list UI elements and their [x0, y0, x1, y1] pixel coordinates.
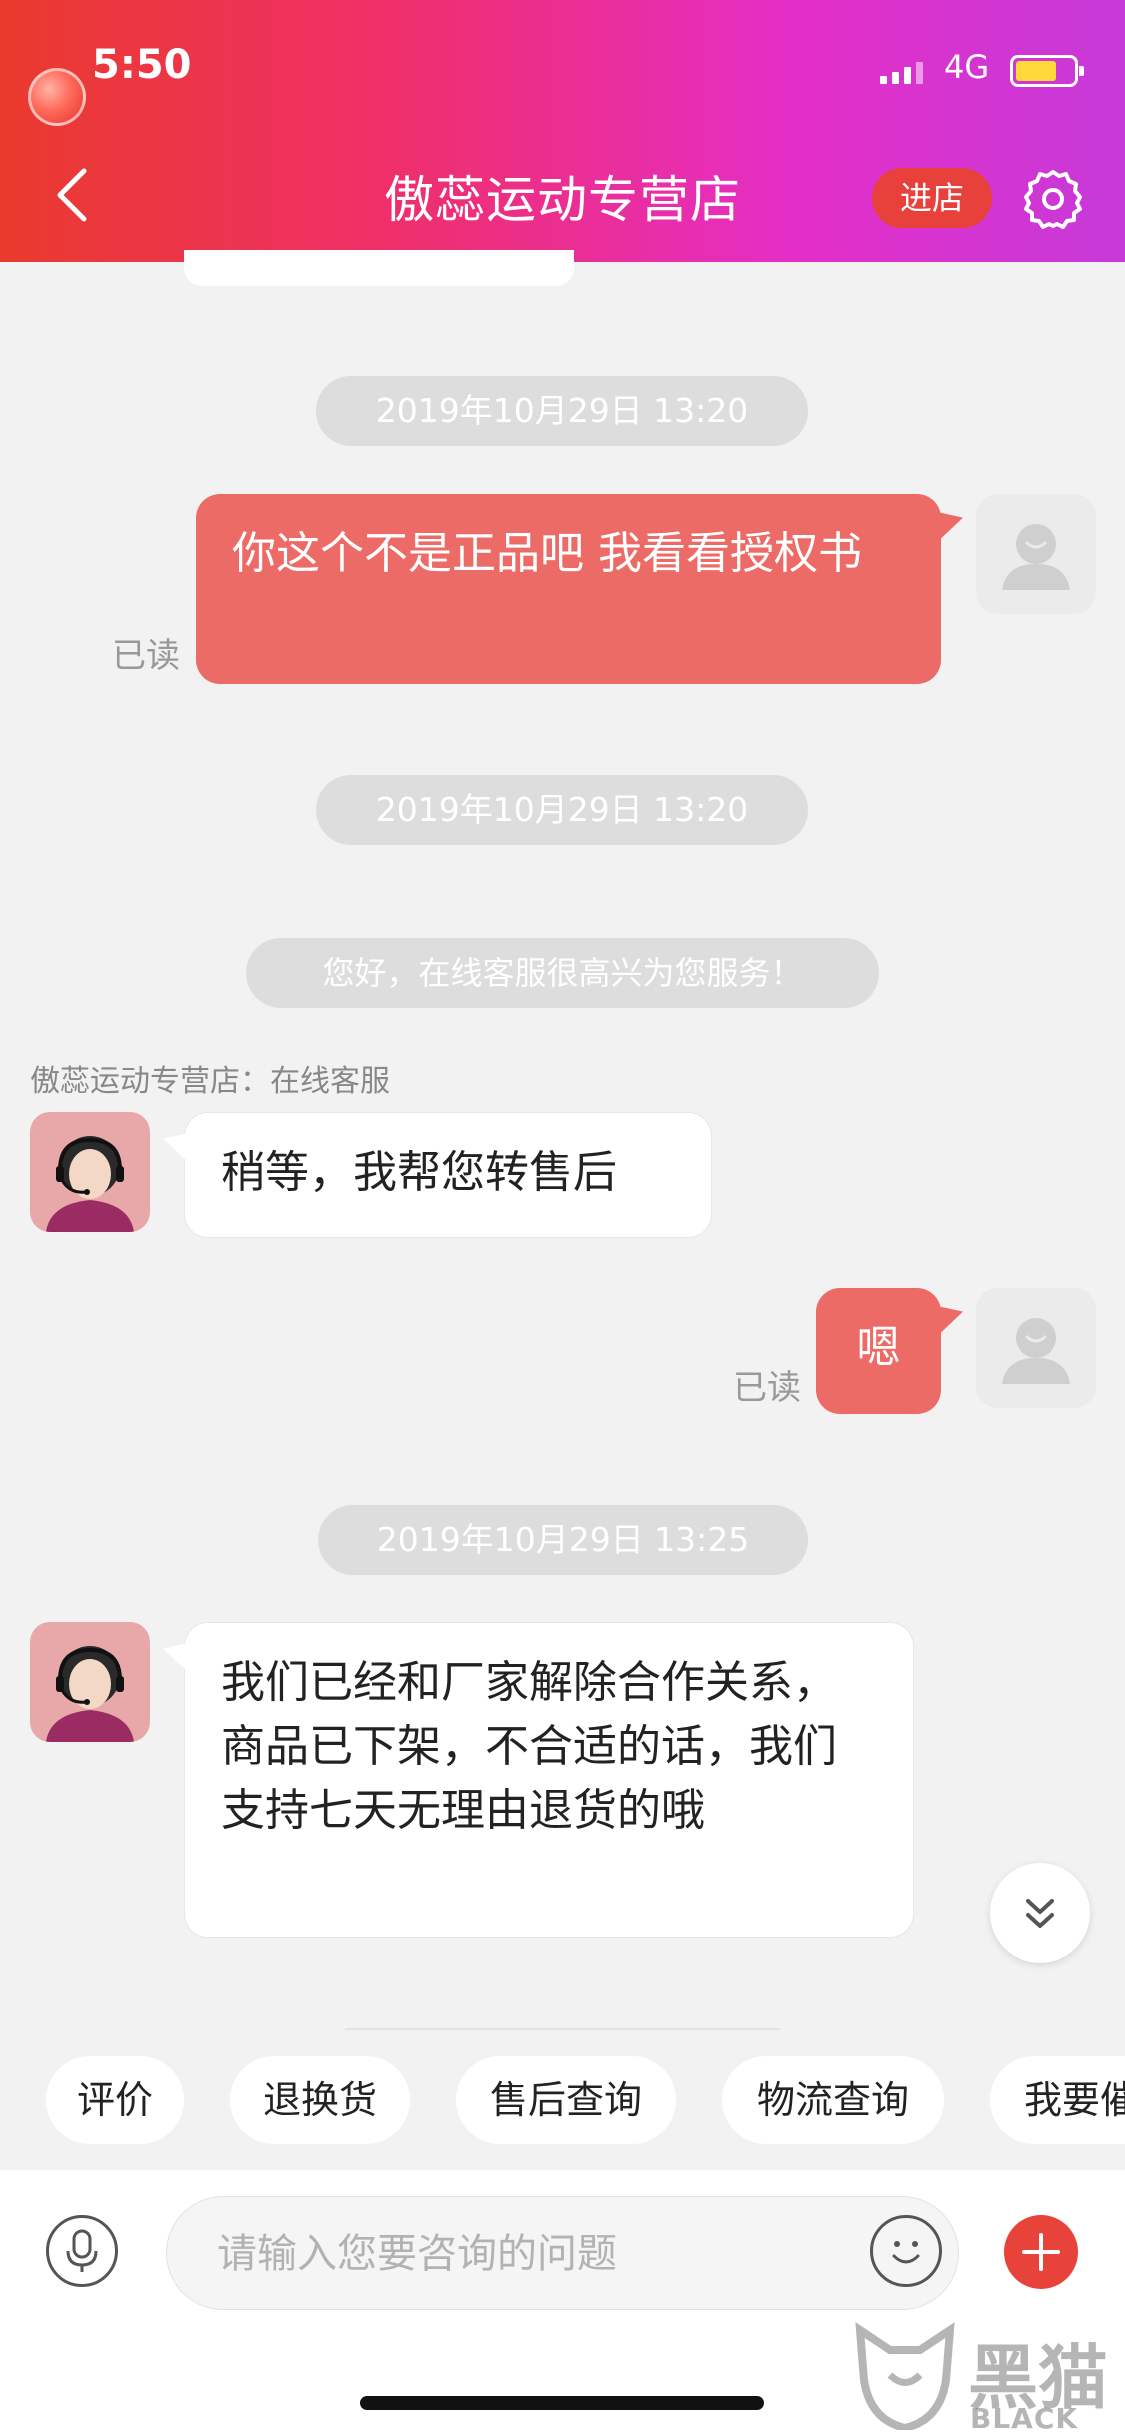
read-status: 已读: [733, 1368, 801, 1408]
chat-header: 5:50 4G 傲蕊运动专营店 进店: [0, 0, 1125, 262]
voice-input-button[interactable]: [46, 2215, 118, 2287]
read-status: 已读: [112, 636, 180, 676]
user-avatar[interactable]: [976, 1288, 1096, 1408]
quick-reply-logistics-query[interactable]: 物流查询: [722, 2056, 944, 2144]
signal-strength-icon: [880, 62, 923, 84]
message-timestamp: 2019年10月29日 13:25: [318, 1505, 808, 1575]
more-actions-button[interactable]: [1004, 2215, 1078, 2289]
agent-avatar[interactable]: [30, 1622, 150, 1742]
divider: [345, 2028, 780, 2030]
user-avatar-icon: [1002, 524, 1070, 590]
double-chevron-down-icon: [1026, 1899, 1054, 1928]
status-time: 5:50: [92, 42, 192, 88]
user-avatar[interactable]: [976, 494, 1096, 614]
network-type: 4G: [944, 48, 990, 86]
gear-icon[interactable]: [1022, 168, 1084, 230]
scroll-to-bottom-button[interactable]: [990, 1863, 1090, 1963]
home-indicator[interactable]: [360, 2396, 764, 2410]
sender-label: 傲蕊运动专营店：在线客服: [30, 1064, 390, 1099]
app-logo-icon: [28, 68, 86, 126]
microphone-icon: [66, 2229, 98, 2272]
smiley-face-icon: [892, 2241, 920, 2264]
message-timestamp: 2019年10月29日 13:20: [316, 775, 808, 845]
quick-reply-after-sales-query[interactable]: 售后查询: [456, 2056, 676, 2144]
enter-store-button[interactable]: 进店: [872, 168, 992, 228]
chat-screen: 5:50 4G 傲蕊运动专营店 进店 2019年10月29日 13:20 你这个…: [0, 0, 1125, 2436]
message-input[interactable]: 请输入您要咨询的问题: [166, 2196, 959, 2310]
customer-service-agent-icon: [46, 1646, 134, 1742]
quick-reply-return-exchange[interactable]: 退换货: [230, 2056, 410, 2144]
watermark-text-en: BLACK CAT: [970, 2402, 1079, 2436]
user-message-bubble[interactable]: 嗯: [816, 1288, 941, 1414]
black-cat-logo-icon: [855, 2322, 955, 2430]
agent-avatar[interactable]: [30, 1112, 150, 1232]
customer-service-agent-icon: [46, 1136, 134, 1232]
message-timestamp: 2019年10月29日 13:20: [316, 376, 808, 446]
user-avatar-icon: [1002, 1318, 1070, 1384]
system-greeting: 您好，在线客服很高兴为您服务！: [246, 938, 879, 1008]
quick-reply-review[interactable]: 评价: [46, 2056, 184, 2144]
plus-icon: [1022, 2233, 1060, 2271]
agent-message-bubble[interactable]: 稍等，我帮您转售后: [184, 1112, 712, 1238]
agent-message-bubble[interactable]: 我们已经和厂家解除合作关系，商品已下架，不合适的话，我们支持七天无理由退货的哦: [184, 1622, 914, 1938]
previous-message-bubble: [184, 250, 574, 286]
emoji-button[interactable]: [870, 2215, 942, 2287]
quick-reply-urge[interactable]: 我要催: [990, 2056, 1125, 2144]
battery-icon: [1010, 55, 1084, 87]
user-message-bubble[interactable]: 你这个不是正品吧 我看看授权书: [196, 494, 941, 684]
